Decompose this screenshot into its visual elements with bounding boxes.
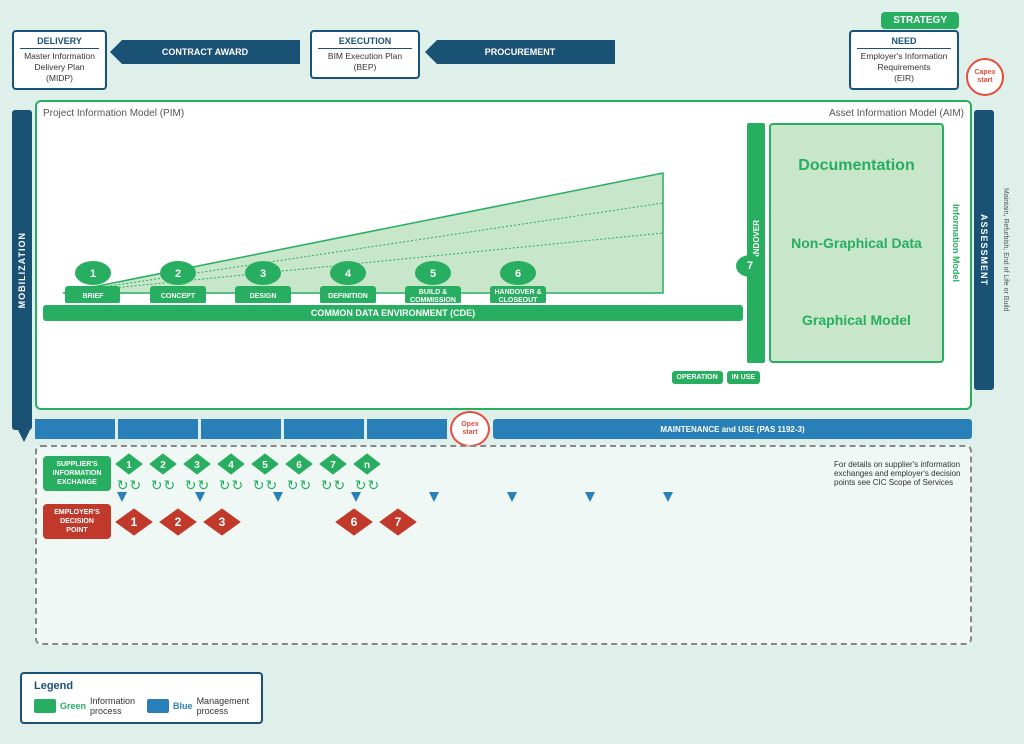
maintain-label: Maintain, Refurbish, End of Life or Buil… [996,110,1014,390]
need-title: NEED [857,36,951,49]
svg-text:DEFINITION: DEFINITION [328,293,368,300]
need-box: NEED Employer's InformationRequirements(… [849,30,959,90]
svg-text:6: 6 [351,515,358,529]
cde-bar: COMMON DATA ENVIRONMENT (CDE) [43,305,743,321]
mobilization-bar: MOBILIZATION [12,110,32,430]
svg-text:n: n [364,460,370,471]
assessment-label: ASSESSMENT [979,214,989,286]
svg-text:COMMISSION: COMMISSION [410,297,456,303]
mobilization-label: MOBILIZATION [17,232,27,308]
info-non-graphical: Non-Graphical Data [777,208,936,279]
legend-green-label: Green [60,701,86,711]
svg-text:3: 3 [194,460,200,471]
procurement-label: PROCUREMENT [425,40,615,64]
svg-text:CLOSEOUT: CLOSEOUT [499,297,539,303]
assessment-bar: ASSESSMENT [974,110,994,390]
employer-box: EMPLOYER'SDECISIONPOINT [43,504,111,539]
svg-text:2: 2 [175,268,181,280]
svg-text:1: 1 [90,268,96,280]
svg-text:7: 7 [330,460,336,471]
maintenance-bar: MAINTENANCE and USE (PAS 1192-3) [493,419,972,439]
svg-text:CONCEPT: CONCEPT [161,293,196,300]
svg-text:2: 2 [175,515,182,529]
contract-award-arrow: CONTRACT AWARD [110,40,300,64]
svg-text:BRIEF: BRIEF [83,293,105,300]
flow-arrows-row: Opexstart MAINTENANCE and USE (PAS 1192-… [35,418,972,440]
legend-box: Legend Green Informationprocess Blue Man… [20,672,263,724]
pim-label: Project Information Model (PIM) [43,108,184,119]
svg-text:DESIGN: DESIGN [250,293,277,300]
svg-text:HANDOVER &: HANDOVER & [494,289,541,296]
procurement-arrow: PROCUREMENT [425,40,615,64]
supplier-row: SUPPLIER'SINFORMATIONEXCHANGE 1 ↻ ↻ 2 [43,453,964,494]
execution-title: EXECUTION [318,36,412,49]
supplier-employer-section: SUPPLIER'SINFORMATIONEXCHANGE 1 ↻ ↻ 2 [35,445,972,645]
svg-text:6: 6 [296,460,302,471]
svg-text:4: 4 [228,460,234,471]
svg-text:3: 3 [219,515,226,529]
supplier-box: SUPPLIER'SINFORMATIONEXCHANGE [43,456,111,491]
need-content: Employer's InformationRequirements(EIR) [857,51,951,84]
execution-box: EXECUTION BIM Execution Plan(BEP) [310,30,420,79]
info-model-label: Information Model [948,123,964,363]
svg-text:1: 1 [131,515,138,529]
legend-green-desc: Informationprocess [90,696,135,716]
svg-text:7: 7 [395,515,402,529]
delivery-content: Master InformationDelivery Plan(MIDP) [20,51,99,84]
contract-award-label: CONTRACT AWARD [110,40,300,64]
delivery-box: DELIVERY Master InformationDelivery Plan… [12,30,107,90]
opex-circle: Opexstart [450,411,490,447]
svg-text:5: 5 [430,268,436,280]
svg-text:BUILD &: BUILD & [419,289,447,296]
svg-text:1: 1 [126,460,132,471]
capex-circle: Capexstart [966,58,1004,96]
svg-text:2: 2 [160,460,166,471]
svg-text:4: 4 [345,268,352,280]
mobilization-arrow-down [18,430,30,442]
pim-aim-box: Project Information Model (PIM) Asset In… [35,100,972,410]
info-documentation: Documentation [777,131,936,202]
aim-label: Asset Information Model (AIM) [829,108,964,119]
info-model-box: 7 Documentation Non-Graphical Data Graph… [769,123,944,363]
legend-blue-label: Blue [173,701,193,711]
note-text: For details on supplier's information ex… [834,460,964,487]
delivery-title: DELIVERY [20,36,99,49]
handover-bar: HANDOVER [747,123,765,363]
legend-title: Legend [34,680,249,692]
svg-text:5: 5 [262,460,268,471]
employer-row: EMPLOYER'SDECISIONPOINT 1 2 3 6 7 [43,504,964,539]
info-graphical: Graphical Model [777,284,936,355]
svg-text:3: 3 [260,268,266,280]
svg-text:6: 6 [515,268,521,280]
execution-content: BIM Execution Plan(BEP) [318,51,412,73]
strategy-label: STRATEGY [881,12,959,29]
legend-blue-desc: Managementprocess [197,696,250,716]
